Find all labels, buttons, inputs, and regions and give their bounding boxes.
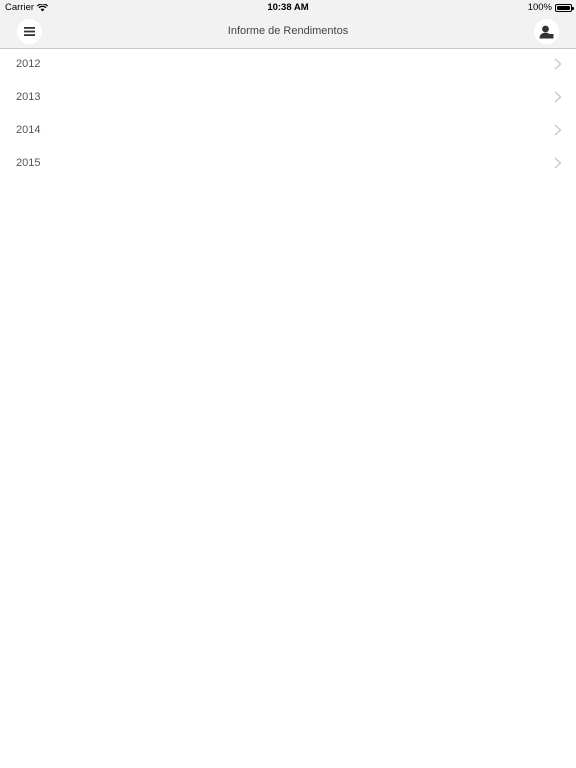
- year-label: 2013: [16, 91, 41, 103]
- chevron-right-icon: [554, 58, 562, 70]
- year-label: 2012: [16, 58, 41, 70]
- battery-percentage: 100%: [527, 2, 552, 13]
- chevron-right-icon: [554, 91, 562, 103]
- status-time: 10:38 AM: [267, 2, 309, 13]
- status-right: 100%: [527, 2, 574, 13]
- user-profile-icon: [539, 25, 554, 38]
- battery-fill: [557, 5, 570, 10]
- year-label: 2015: [16, 157, 41, 169]
- profile-button[interactable]: [534, 19, 559, 44]
- list-item[interactable]: 2013: [0, 82, 576, 115]
- year-label: 2014: [16, 124, 41, 136]
- status-bar: Carrier 10:38 AM 100%: [0, 0, 576, 15]
- battery-icon: [555, 3, 574, 12]
- list-item[interactable]: 2012: [0, 49, 576, 82]
- chevron-right-icon: [554, 157, 562, 169]
- battery-tip: [572, 6, 574, 10]
- year-list: 2012 2013 2014 2015: [0, 49, 576, 181]
- page-title: Informe de Rendimentos: [227, 25, 349, 37]
- app-screen: Carrier 10:38 AM 100% Informe de Rendime…: [0, 0, 576, 768]
- list-item[interactable]: 2015: [0, 148, 576, 181]
- list-item[interactable]: 2014: [0, 115, 576, 148]
- chevron-right-icon: [554, 124, 562, 136]
- navigation-bar: Informe de Rendimentos: [0, 15, 576, 49]
